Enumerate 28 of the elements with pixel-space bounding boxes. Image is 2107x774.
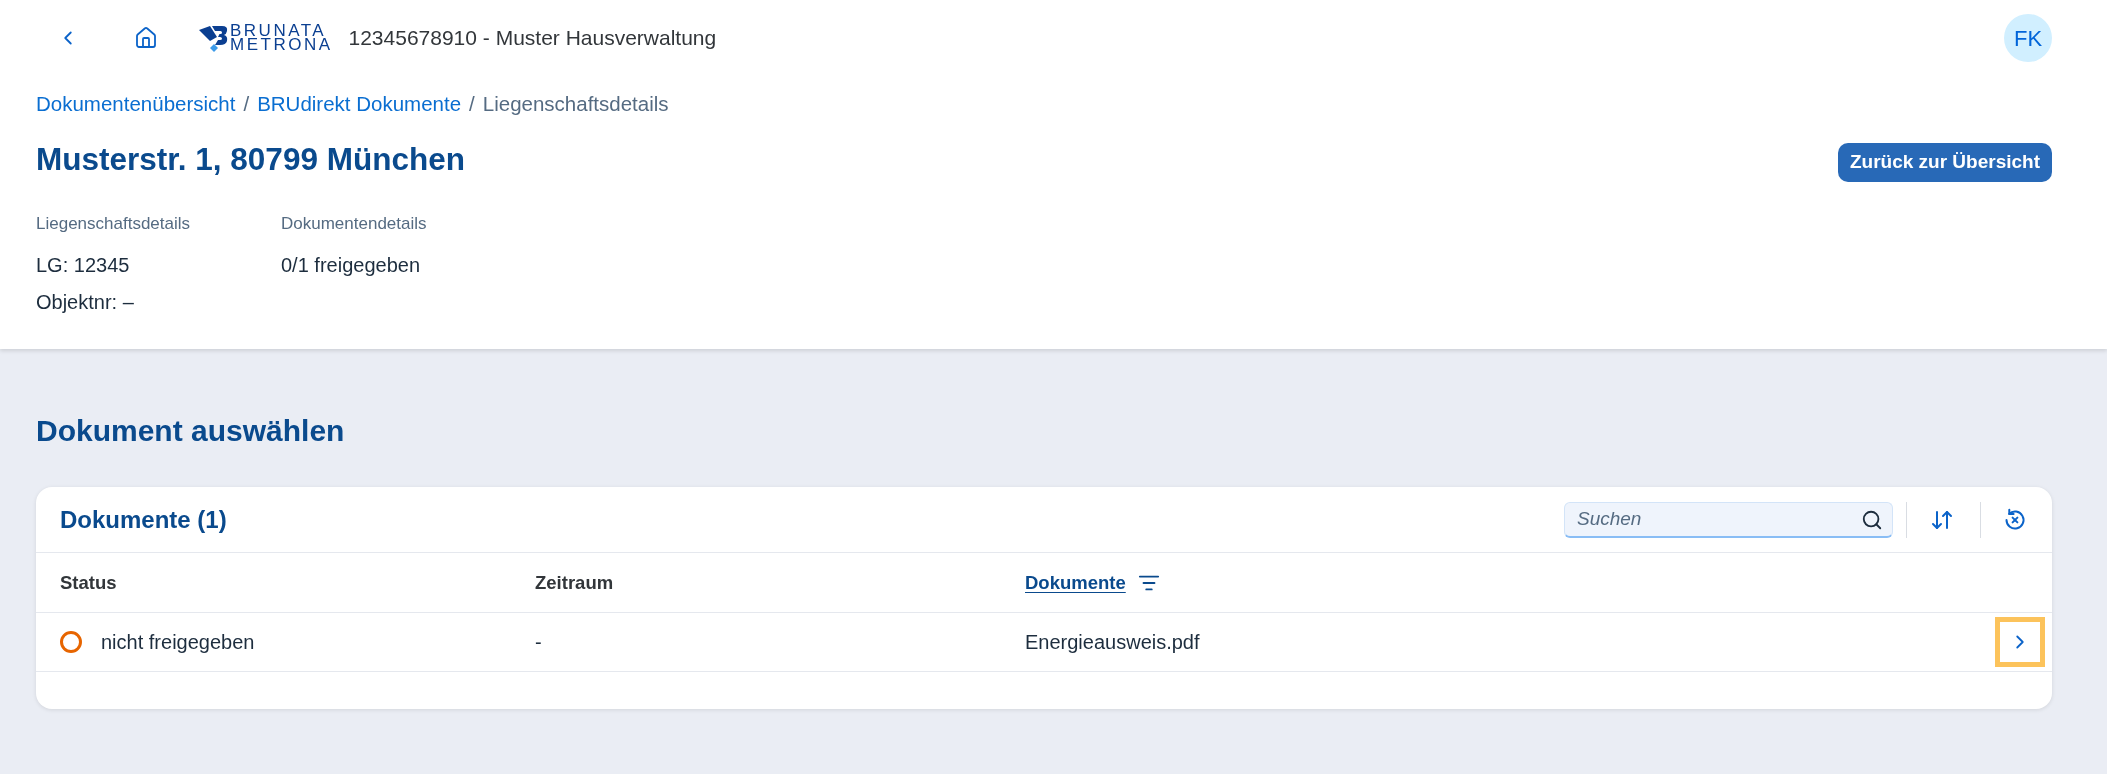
table-cell-text: nicht freigegeben — [101, 630, 255, 655]
logo-mark-icon — [198, 23, 228, 53]
table-title: Dokumente (1) — [60, 504, 227, 535]
header-title: 12345678910 - Muster Hausverwaltung — [348, 25, 717, 52]
column-header: Status — [60, 571, 117, 593]
breadcrumb-link[interactable]: BRUdirekt Dokumente — [257, 92, 462, 116]
detail-label: Liegenschaftsdetails — [36, 214, 191, 234]
page-title: Musterstr. 1, 80799 München — [36, 140, 465, 178]
home-icon — [134, 26, 158, 50]
section-title: Dokument auswählen — [36, 413, 345, 449]
user-avatar[interactable]: FK — [2004, 14, 2052, 62]
breadcrumb-link[interactable]: Dokumentenübersicht — [36, 92, 236, 116]
breadcrumb-current: Liegenschaftsdetails — [482, 92, 669, 116]
table-cell: - — [535, 631, 542, 653]
logo-wordmark: BRUNATA METRONA — [230, 24, 333, 52]
search-field[interactable]: Suchen — [1564, 501, 1893, 538]
table-cell-text: Energieausweis.pdf — [1025, 630, 1200, 655]
breadcrumb-separator: / — [243, 92, 250, 116]
detail-label: Dokumentendetails — [281, 214, 427, 234]
column-header: Zeitraum — [535, 571, 614, 593]
search-icon — [1861, 508, 1883, 531]
back-to-overview-button[interactable]: Zurück zur Übersicht — [1837, 143, 2052, 182]
detail-value: Objektnr: – — [36, 290, 134, 314]
detail-value: 0/1 freigegeben — [281, 253, 420, 277]
detail-value: LG: 12345 — [36, 253, 130, 277]
breadcrumb-separator: / — [469, 92, 475, 116]
reset-icon — [2003, 507, 2027, 532]
column-header-link[interactable]: Dokumente — [1025, 568, 1126, 597]
